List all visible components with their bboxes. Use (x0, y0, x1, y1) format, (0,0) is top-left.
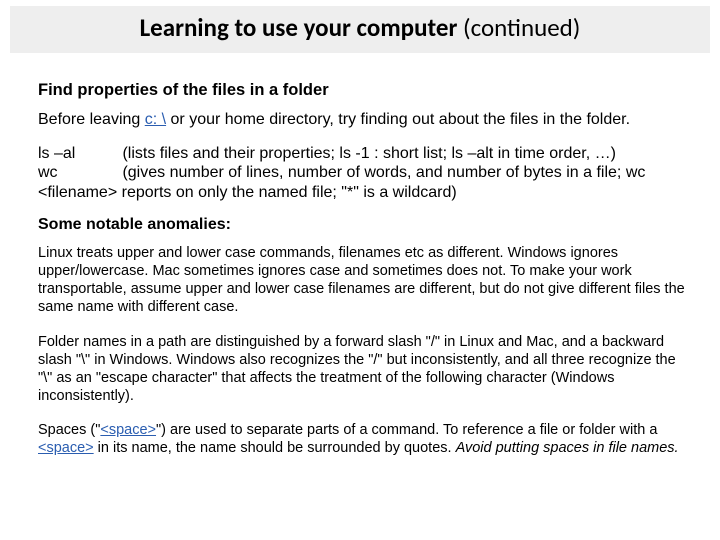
title-bar: Learning to use your computer (continued… (10, 6, 710, 53)
anomaly-paragraph-3: Spaces ("<space>") are used to separate … (38, 421, 686, 457)
a3-t3: in its name, the name should be surround… (94, 440, 456, 456)
command-name-ls: ls –al (38, 144, 118, 164)
intro-paragraph: Before leaving c: \ or your home directo… (38, 110, 686, 130)
space-token-1[interactable]: <space> (100, 422, 156, 438)
a3-italic: Avoid putting spaces in file names. (456, 440, 679, 456)
command-name-wc: wc (38, 163, 118, 183)
anomaly-paragraph-2: Folder names in a path are distinguished… (38, 333, 686, 406)
path-link[interactable]: c: \ (145, 111, 166, 128)
section-heading: Find properties of the files in a folder (38, 81, 686, 100)
command-desc-wc: (gives number of lines, number of words,… (38, 164, 645, 201)
intro-text-1: Before leaving (38, 111, 145, 128)
space-token-2[interactable]: <space> (38, 440, 94, 456)
command-block: ls –al (lists files and their properties… (38, 144, 686, 203)
anomalies-heading: Some notable anomalies: (38, 216, 686, 234)
intro-text-2: or your home directory, try finding out … (166, 111, 630, 128)
title-rest: (continued) (457, 12, 580, 43)
command-row-wc: wc (gives number of lines, number of wor… (38, 163, 686, 202)
command-row-ls: ls –al (lists files and their properties… (38, 144, 686, 164)
title-bold: Learning to use your computer (140, 12, 458, 43)
command-desc-ls: (lists files and their properties; ls -1… (122, 145, 616, 162)
anomaly-paragraph-1: Linux treats upper and lower case comman… (38, 244, 686, 317)
a3-t1: Spaces (" (38, 422, 100, 438)
content-body: Find properties of the files in a folder… (0, 53, 720, 457)
a3-t2: ") are used to separate parts of a comma… (156, 422, 657, 438)
